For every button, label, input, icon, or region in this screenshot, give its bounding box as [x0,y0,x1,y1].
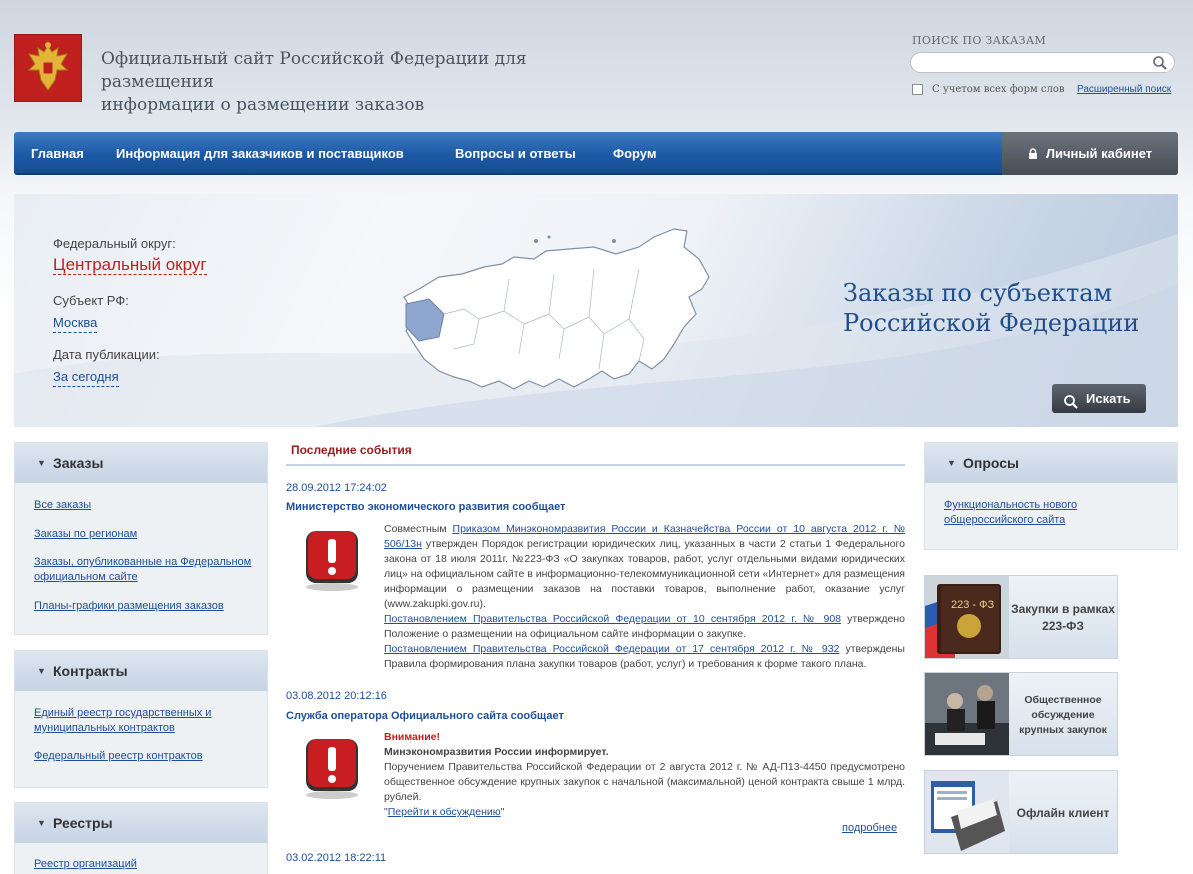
promo-223fz-label: Закупки в рамках 223-ФЗ [1011,602,1115,633]
promo-public-discussion-label: Общественное обсуждение крупных закупок [1019,693,1107,736]
advanced-search-link[interactable]: Расширенный поиск [1077,84,1171,95]
orders-panel: ▼ Заказы Все заказы Заказы по регионам За… [14,442,268,635]
nav-item-faq[interactable]: Вопросы и ответы [455,132,576,175]
news-text: Совместным [384,523,453,535]
search-icon [1063,391,1079,420]
link-unified-contract-registry[interactable]: Единый реестр государственных и муниципа… [34,706,234,736]
subject-label: Субъект РФ: [53,293,129,308]
offline-client-image [925,771,1009,853]
region-banner: Федеральный округ: Центральный округ Суб… [14,194,1178,427]
promo-offline-client[interactable]: Офлайн клиент [924,770,1118,854]
coat-of-arms-logo[interactable] [14,34,82,102]
alert-icon [298,735,366,801]
personal-cabinet-label: Личный кабинет [1045,146,1153,161]
news-body: Совместным Приказом Минэкономразвития Ро… [384,522,905,672]
news-headline[interactable]: Служба оператора Официального сайта сооб… [286,710,564,722]
banner-title-line2: Российской Федерации [843,309,1140,337]
promo-public-discussion[interactable]: Общественное обсуждение крупных закупок [924,672,1118,756]
news-divider [286,464,905,466]
district-select[interactable]: Центральный округ [53,256,207,275]
banner-search-button[interactable]: Искать [1052,384,1146,413]
nav-item-info[interactable]: Информация для заказчиков и поставщиков [116,132,404,175]
main-nav: Главная Информация для заказчиков и пост… [14,132,1178,175]
orders-panel-header[interactable]: ▼ Заказы [15,443,267,483]
site-title-line1: Официальный сайт Российской Федерации дл… [101,49,527,92]
contracts-panel: ▼ Контракты Единый реестр государственных… [14,650,268,788]
news-section-title: Последние события [291,443,412,457]
news-date: 28.09.2012 17:24:02 [286,482,387,494]
chevron-down-icon: ▼ [37,666,46,676]
contracts-panel-header[interactable]: ▼ Контракты [15,651,267,691]
polls-panel: ▼ Опросы Функциональность нового общеросс… [924,442,1178,550]
link-federal-orders[interactable]: Заказы, опубликованные на Федеральном оф… [34,555,259,585]
news-link-resolution-932[interactable]: Постановлением Правительства Российской … [384,643,839,655]
news-date: 03.02.2012 18:22:11 [286,852,387,864]
poll-link[interactable]: Функциональность нового общероссийского … [944,498,1114,528]
polls-panel-header[interactable]: ▼ Опросы [925,443,1177,483]
date-label: Дата публикации: [53,347,160,362]
district-label: Федеральный округ: [53,236,176,251]
site-title: Официальный сайт Российской Федерации дл… [101,48,621,117]
news-text: Поручением Правительства Российской Феде… [384,761,905,803]
orders-panel-title: Заказы [53,455,104,471]
banner-title-line1: Заказы по субъектам [843,279,1113,307]
morph-forms-label: С учетом всех форм слов [932,84,1065,95]
news-link-discussion[interactable]: Перейти к обсуждению [388,806,501,818]
alert-icon [298,527,366,593]
contracts-panel-title: Контракты [53,663,128,679]
site-title-line2: информации о размещении заказов [101,95,425,115]
link-schedule-plans[interactable]: Планы-графики размещения заказов [34,599,224,614]
search-label: ПОИСК ПО ЗАКАЗАМ [912,34,1047,47]
registries-panel: ▼ Реестры Реестр организаций [14,802,268,874]
nav-item-forum[interactable]: Форум [613,132,656,175]
link-all-orders[interactable]: Все заказы [34,498,91,513]
promo-223fz[interactable]: 223 - ФЗ Закупки в рамках 223-ФЗ [924,575,1118,659]
chevron-down-icon: ▼ [947,458,956,468]
promo-offline-client-label: Офлайн клиент [1016,806,1110,820]
chevron-down-icon: ▼ [37,458,46,468]
morph-forms-checkbox[interactable] [912,84,923,95]
link-organizations-registry[interactable]: Реестр организаций [34,857,137,872]
registries-panel-header[interactable]: ▼ Реестры [15,803,267,843]
registries-panel-title: Реестры [53,815,113,831]
search-input[interactable] [910,52,1175,73]
meeting-image [925,673,1009,755]
news-attention: Внимание! [384,731,440,743]
news-date: 03.08.2012 20:12:16 [286,690,387,702]
news-headline[interactable]: Министерство экономического развития соо… [286,501,565,513]
personal-cabinet-button[interactable]: Личный кабинет [1002,132,1178,175]
chevron-down-icon: ▼ [37,818,46,828]
quote-close: " [500,806,505,818]
subject-select[interactable]: Москва [53,314,98,333]
link-orders-by-region[interactable]: Заказы по регионам [34,527,137,542]
promo-badge: 223 - ФЗ [951,599,994,611]
news-body: Внимание! Минэкономразвития России инфор… [384,730,905,820]
news-discussion-line: "Перейти к обсуждению" [384,805,905,820]
law-book-image: 223 - ФЗ [925,576,1009,658]
polls-panel-title: Опросы [963,455,1020,471]
news-subhead: Минэкономразвития России информирует. [384,746,609,758]
news-link-resolution-908[interactable]: Постановлением Правительства Российской … [384,613,841,625]
news-more-link[interactable]: подробнее [842,822,897,834]
news-text: утвержден Порядок регистрации юридически… [384,538,905,610]
banner-title: Заказы по субъектам Российской Федерации [843,278,1163,338]
date-select[interactable]: За сегодня [53,368,119,387]
russia-map[interactable] [384,219,724,404]
nav-item-main[interactable]: Главная [31,132,84,175]
lock-icon [1028,133,1038,176]
banner-search-label: Искать [1086,391,1131,406]
link-federal-contract-registry[interactable]: Федеральный реестр контрактов [34,749,203,764]
search-icon[interactable] [1152,55,1168,73]
